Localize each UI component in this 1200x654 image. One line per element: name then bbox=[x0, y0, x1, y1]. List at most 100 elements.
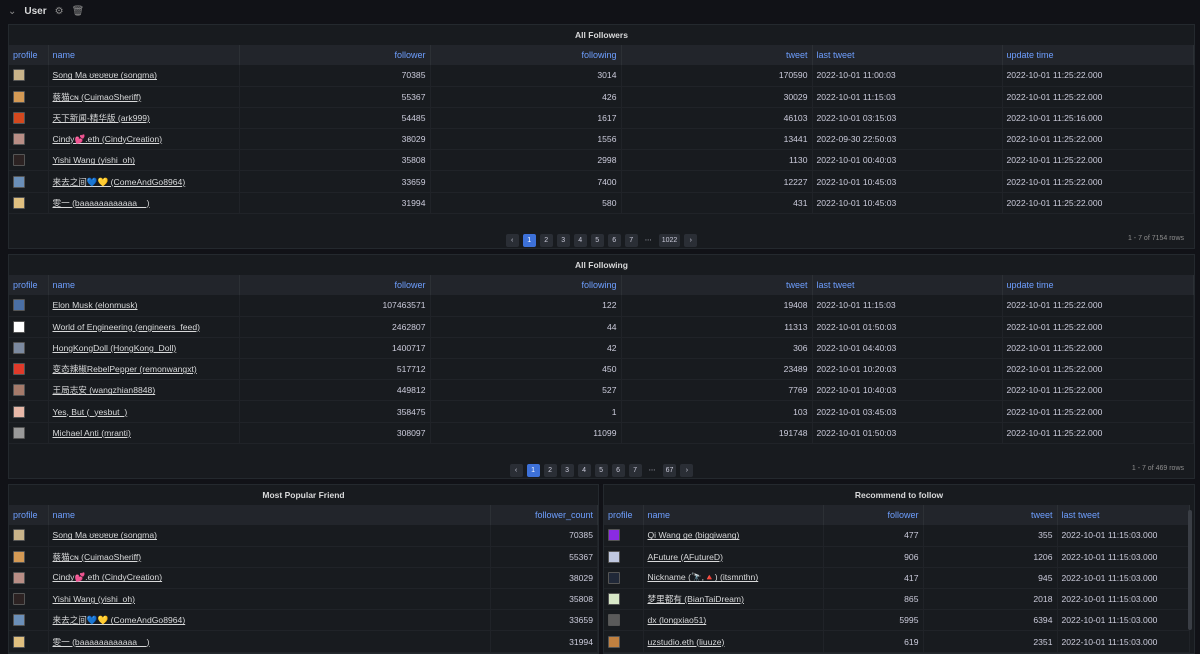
avatar[interactable] bbox=[13, 614, 25, 627]
profile-link[interactable]: 雯一 (baaaaaaaaaaaa__) bbox=[53, 637, 150, 647]
profile-link[interactable]: Song Ma ʊɐʊɐʊɐ (songma) bbox=[53, 530, 157, 540]
avatar[interactable] bbox=[13, 384, 25, 397]
name-cell[interactable]: Qi Wang ge (bigqiwang) bbox=[643, 525, 824, 547]
profile-link[interactable]: 变态辣椒RebelPepper (remonwangxt) bbox=[53, 364, 197, 374]
profile-link[interactable]: HongKongDoll (HongKong_Doll) bbox=[53, 343, 177, 353]
profile-link[interactable]: AFuture (AFutureD) bbox=[648, 552, 723, 562]
profile-link[interactable]: Nickname (🔭,🔺) (itsmnthn) bbox=[648, 572, 759, 582]
profile-link[interactable]: 蔡猫ᴄɴ (CuimaoSheriff) bbox=[53, 552, 142, 562]
name-cell[interactable]: Yes, But (_yesbut_) bbox=[48, 400, 240, 423]
profile-link[interactable]: Michael Anti (mranti) bbox=[53, 428, 131, 438]
avatar[interactable] bbox=[13, 299, 25, 312]
avatar[interactable] bbox=[608, 550, 620, 563]
profile-link[interactable]: 梦里都有 (BianTaiDream) bbox=[648, 594, 744, 604]
name-cell[interactable]: 来去之间💙💛 (ComeAndGo8964) bbox=[48, 170, 240, 193]
avatar[interactable] bbox=[13, 593, 25, 606]
profile-link[interactable]: uzstudio.eth (liuuze) bbox=[648, 637, 725, 647]
column-header[interactable]: tweet bbox=[621, 275, 813, 295]
name-cell[interactable]: Cindy💕.eth (CindyCreation) bbox=[48, 128, 240, 151]
name-cell[interactable]: Song Ma ʊɐʊɐʊɐ (songma) bbox=[48, 65, 240, 87]
profile-link[interactable]: 王局志安 (wangzhian8848) bbox=[53, 385, 156, 395]
avatar[interactable] bbox=[13, 111, 25, 124]
next-page-button[interactable]: › bbox=[680, 463, 694, 477]
avatar[interactable] bbox=[13, 69, 25, 82]
name-cell[interactable]: 变态辣椒RebelPepper (remonwangxt) bbox=[48, 358, 240, 381]
profile-link[interactable]: Qi Wang ge (bigqiwang) bbox=[648, 530, 740, 540]
avatar[interactable] bbox=[13, 320, 25, 333]
avatar[interactable] bbox=[13, 196, 25, 209]
avatar[interactable] bbox=[13, 571, 25, 584]
avatar[interactable] bbox=[608, 614, 620, 627]
page-button[interactable]: 5 bbox=[590, 233, 604, 247]
column-header[interactable]: profile bbox=[9, 45, 49, 65]
page-button[interactable]: 1 bbox=[522, 233, 536, 247]
column-header[interactable]: follower bbox=[239, 45, 431, 65]
avatar[interactable] bbox=[608, 529, 620, 542]
name-cell[interactable]: 天下新闻-精华版 (ark999) bbox=[48, 107, 240, 130]
profile-link[interactable]: Yishi Wang (yishi_oh) bbox=[53, 594, 135, 604]
page-button[interactable]: 2 bbox=[539, 233, 553, 247]
name-cell[interactable]: dx (longxiao51) bbox=[643, 609, 824, 632]
name-cell[interactable]: Yishi Wang (yishi_oh) bbox=[48, 588, 491, 611]
page-button[interactable]: 7 bbox=[624, 233, 638, 247]
name-cell[interactable]: Nickname (🔭,🔺) (itsmnthn) bbox=[643, 567, 824, 590]
column-header[interactable]: follower bbox=[823, 505, 924, 525]
profile-link[interactable]: 雯一 (baaaaaaaaaaaa__) bbox=[53, 198, 150, 208]
name-cell[interactable]: 王局志安 (wangzhian8848) bbox=[48, 379, 240, 402]
column-header[interactable]: following bbox=[430, 45, 622, 65]
name-cell[interactable]: Michael Anti (mranti) bbox=[48, 422, 240, 444]
name-cell[interactable]: Song Ma ʊɐʊɐʊɐ (songma) bbox=[48, 525, 491, 547]
column-header[interactable]: name bbox=[48, 505, 491, 525]
column-header[interactable]: following bbox=[430, 275, 622, 295]
column-header[interactable]: profile bbox=[9, 275, 49, 295]
avatar[interactable] bbox=[608, 593, 620, 606]
column-header[interactable]: tweet bbox=[923, 505, 1058, 525]
column-header[interactable]: tweet bbox=[621, 45, 813, 65]
profile-link[interactable]: Cindy💕.eth (CindyCreation) bbox=[53, 572, 163, 582]
avatar[interactable] bbox=[608, 571, 620, 584]
name-cell[interactable]: Cindy💕.eth (CindyCreation) bbox=[48, 567, 491, 590]
name-cell[interactable]: 梦里都有 (BianTaiDream) bbox=[643, 588, 824, 611]
profile-link[interactable]: Song Ma ʊɐʊɐʊɐ (songma) bbox=[53, 70, 157, 80]
profile-link[interactable]: dx (longxiao51) bbox=[648, 615, 707, 625]
avatar[interactable] bbox=[13, 363, 25, 376]
profile-link[interactable]: Yes, But (_yesbut_) bbox=[53, 407, 128, 417]
column-header[interactable]: name bbox=[48, 45, 240, 65]
prev-page-button[interactable]: ‹ bbox=[505, 233, 519, 247]
page-button[interactable]: 6 bbox=[607, 233, 621, 247]
column-header[interactable]: follower_count bbox=[490, 505, 598, 525]
profile-link[interactable]: World of Engineering (engineers_feed) bbox=[53, 322, 200, 332]
page-button[interactable]: 1 bbox=[526, 463, 540, 477]
page-button[interactable]: 4 bbox=[577, 463, 591, 477]
column-header[interactable]: name bbox=[643, 505, 824, 525]
profile-link[interactable]: 天下新闻-精华版 (ark999) bbox=[53, 113, 150, 123]
page-button[interactable]: 7 bbox=[628, 463, 642, 477]
avatar[interactable] bbox=[13, 90, 25, 103]
avatar[interactable] bbox=[13, 529, 25, 542]
column-header[interactable]: profile bbox=[9, 505, 49, 525]
avatar[interactable] bbox=[13, 133, 25, 146]
column-header[interactable]: update time bbox=[1002, 45, 1194, 65]
page-button[interactable]: 1022 bbox=[658, 233, 681, 247]
column-header[interactable]: follower bbox=[239, 275, 431, 295]
avatar[interactable] bbox=[608, 635, 620, 648]
name-cell[interactable]: AFuture (AFutureD) bbox=[643, 546, 824, 568]
profile-link[interactable]: 来去之间💙💛 (ComeAndGo8964) bbox=[53, 615, 186, 625]
column-header[interactable]: profile bbox=[604, 505, 644, 525]
name-cell[interactable]: 蔡猫ᴄɴ (CuimaoSheriff) bbox=[48, 546, 491, 568]
row-header[interactable]: ⌄ User ⚙ 🗑 bbox=[0, 0, 1200, 22]
profile-link[interactable]: 蔡猫ᴄɴ (CuimaoSheriff) bbox=[53, 92, 142, 102]
profile-link[interactable]: Elon Musk (elonmusk) bbox=[53, 300, 138, 310]
chevron-down-icon[interactable]: ⌄ bbox=[8, 6, 16, 17]
page-button[interactable]: 3 bbox=[556, 233, 570, 247]
name-cell[interactable]: HongKongDoll (HongKong_Doll) bbox=[48, 337, 240, 360]
gear-icon[interactable]: ⚙ bbox=[55, 6, 64, 17]
name-cell[interactable]: uzstudio.eth (liuuze) bbox=[643, 630, 824, 653]
name-cell[interactable]: 蔡猫ᴄɴ (CuimaoSheriff) bbox=[48, 86, 240, 108]
avatar[interactable] bbox=[13, 405, 25, 418]
column-header[interactable]: last tweet bbox=[812, 45, 1003, 65]
page-button[interactable]: 3 bbox=[560, 463, 574, 477]
page-button[interactable]: 4 bbox=[573, 233, 587, 247]
avatar[interactable] bbox=[13, 635, 25, 648]
name-cell[interactable]: Yishi Wang (yishi_oh) bbox=[48, 149, 240, 172]
